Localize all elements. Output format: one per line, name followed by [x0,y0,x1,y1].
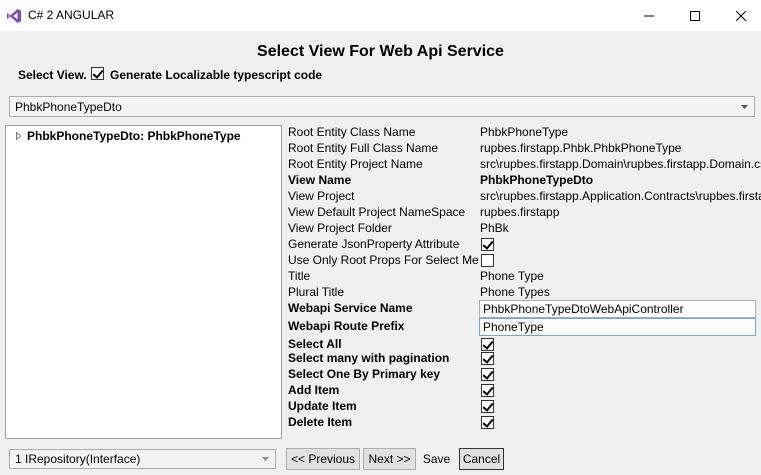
property-name: View Project [288,189,355,203]
property-name: Webapi Service Name [288,301,413,315]
property-row: Webapi Service Name PhbkPhoneTypeDtoWebAp… [288,300,761,318]
chevron-down-icon [741,104,748,109]
minimize-icon [644,15,654,16]
repository-select-value: 1 IRepository(Interface) [15,452,141,466]
property-name: Root Entity Full Class Name [288,141,439,155]
property-value: Phone Type [480,269,544,283]
property-checkbox[interactable] [481,400,494,413]
property-name: Root Entity Project Name [288,157,423,171]
property-checkbox[interactable] [481,416,494,429]
property-name: Select All [288,337,342,351]
next-button[interactable]: Next >> [363,448,416,470]
property-row: Root Entity Class Name PhbkPhoneType [288,125,761,141]
localizable-checkbox[interactable] [91,67,104,80]
property-value: rupbes.firstapp [480,205,560,219]
save-button[interactable]: Save [419,448,454,470]
property-row: View Default Project NameSpace rupbes.fir… [288,205,761,221]
property-value: rupbes.firstapp.Phbk.PhbkPhoneType [480,141,682,155]
property-row: Add Item [288,383,761,399]
property-row: Select many with pagination [288,351,761,367]
property-row: View Project Folder PhBk [288,221,761,237]
property-row: View Name PhbkPhoneTypeDto [288,173,761,189]
property-name: Delete Item [288,415,353,429]
property-checkbox[interactable] [481,338,494,351]
property-row: Use Only Root Props For Select Method [288,253,761,269]
tree-item-label[interactable]: PhbkPhoneTypeDto: PhbkPhoneType [27,129,241,143]
property-value: PhbkPhoneType [480,125,569,139]
property-row: Update Item [288,399,761,415]
title-bar: C# 2 ANGULAR [0,0,761,31]
property-value: src\rupbes.firstapp.Application.Contract… [480,189,761,203]
property-name: View Name [288,173,352,187]
property-name: Use Only Root Props For Select Method [288,253,478,267]
property-row: Root Entity Project Name src\rupbes.first… [288,157,761,173]
property-value: PhBk [480,221,509,235]
property-value: PhbkPhoneTypeDto [480,173,594,187]
property-row: View Project src\rupbes.firstapp.Applicat… [288,189,761,205]
property-row: Title Phone Type [288,269,761,285]
cancel-button[interactable]: Cancel [459,448,504,470]
property-name: Webapi Route Prefix [288,319,405,333]
property-checkbox[interactable] [481,238,494,251]
localizable-label[interactable]: Generate Localizable typescript code [110,68,322,82]
page-title: Select View For Web Api Service [257,43,504,60]
property-checkbox[interactable] [481,254,494,267]
chevron-down-icon [262,457,269,461]
property-name: View Project Folder [288,221,392,235]
view-select-value: PhbkPhoneTypeDto [15,99,122,114]
maximize-icon [690,10,700,21]
property-name: Select many with pagination [288,351,450,365]
minimize-button[interactable] [626,0,672,31]
repository-select[interactable]: 1 IRepository(Interface) [9,449,276,469]
property-row: Plural Title Phone Types [288,285,761,301]
expand-arrow-icon[interactable] [16,132,21,140]
close-icon [736,10,746,21]
property-checkbox[interactable] [481,384,494,397]
view-tree[interactable]: PhbkPhoneTypeDto: PhbkPhoneType [5,125,282,439]
property-name: Root Entity Class Name [288,125,416,139]
property-name: Select One By Primary key [288,367,441,381]
visual-studio-icon [6,8,22,24]
property-name: View Default Project NameSpace [288,205,466,219]
window-title: C# 2 ANGULAR [28,8,115,22]
property-name: Plural Title [288,285,345,299]
property-name: Title [288,269,311,283]
property-value: src\rupbes.firstapp.Domain\rupbes.firsta… [480,157,761,171]
view-select[interactable]: PhbkPhoneTypeDto [9,96,755,117]
property-name: Update Item [288,399,357,413]
property-row: Delete Item [288,415,761,431]
close-button[interactable] [718,0,761,31]
property-input[interactable]: PhbkPhoneTypeDtoWebApiController [479,300,756,318]
property-row: Generate JsonProperty Attribute [288,237,761,253]
property-name: Add Item [288,383,340,397]
previous-button[interactable]: << Previous [286,448,360,470]
property-checkbox[interactable] [481,368,494,381]
property-name: Generate JsonProperty Attribute [288,237,460,251]
property-checkbox[interactable] [481,352,494,365]
property-row: Webapi Route Prefix PhoneType [288,318,761,336]
property-row: Root Entity Full Class Name rupbes.firsta… [288,141,761,157]
property-grid: Root Entity Class Name PhbkPhoneType Root … [288,125,761,439]
property-row: Select One By Primary key [288,367,761,383]
property-value: Phone Types [480,285,550,299]
select-view-label: Select View. [18,68,87,82]
property-input[interactable]: PhoneType [479,318,756,336]
maximize-button[interactable] [672,0,718,31]
